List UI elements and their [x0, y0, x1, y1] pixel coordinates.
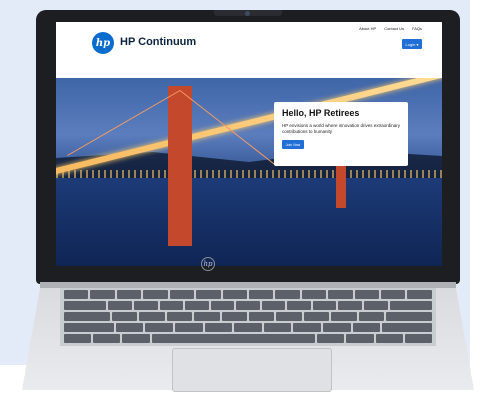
key — [287, 301, 311, 310]
key — [248, 290, 274, 299]
key — [275, 290, 300, 299]
key — [64, 323, 114, 332]
key — [64, 334, 92, 343]
camera-bar — [214, 10, 282, 16]
hero-text: HP envisions a world where innovation dr… — [282, 123, 400, 134]
laptop-screen: hp HP Continuum About HP Contact Us FAQs… — [56, 22, 442, 266]
key — [108, 301, 132, 310]
key-row — [64, 334, 433, 343]
bay-water-image — [56, 178, 442, 266]
key — [166, 312, 193, 321]
key — [194, 312, 220, 321]
key — [145, 323, 173, 332]
key — [204, 323, 233, 332]
key — [111, 312, 138, 321]
key — [301, 290, 327, 299]
key — [143, 290, 168, 299]
laptop-lid: hp HP Continuum About HP Contact Us FAQs… — [36, 10, 460, 284]
site-header: hp HP Continuum About HP Contact Us FAQs… — [56, 22, 442, 78]
key — [404, 334, 433, 343]
hero-banner: Hello, HP Retirees HP envisions a world … — [56, 78, 442, 266]
key — [210, 301, 235, 310]
key — [159, 301, 184, 310]
key — [133, 301, 158, 310]
key — [358, 312, 385, 321]
login-button[interactable]: Login ▾ — [402, 39, 422, 49]
key — [263, 323, 292, 332]
webcam-icon — [245, 11, 250, 16]
hero-card: Hello, HP Retirees HP envisions a world … — [274, 102, 408, 166]
touchpad — [172, 348, 332, 392]
key — [323, 323, 351, 332]
nav-faqs[interactable]: FAQs — [412, 26, 422, 31]
key — [234, 323, 262, 332]
city-lights-image — [56, 170, 442, 178]
key — [236, 301, 260, 310]
key — [122, 334, 150, 343]
hp-bezel-logo-icon: hp — [201, 257, 215, 271]
key — [364, 301, 388, 310]
key — [116, 290, 142, 299]
key-row — [64, 312, 432, 321]
key — [293, 323, 322, 332]
bridge-tower-image — [168, 86, 192, 246]
key — [312, 301, 337, 310]
nav-contact[interactable]: Contact Us — [384, 26, 404, 31]
key — [64, 301, 107, 310]
join-now-button[interactable]: Join Now — [282, 140, 304, 150]
key — [115, 323, 144, 332]
key-row — [64, 323, 433, 332]
key — [222, 290, 247, 299]
brand-title[interactable]: HP Continuum — [120, 36, 196, 48]
key — [407, 290, 432, 299]
key — [185, 301, 209, 310]
keyboard — [60, 288, 436, 346]
key-row — [64, 290, 432, 299]
key — [248, 312, 275, 321]
key — [328, 290, 353, 299]
key — [352, 323, 381, 332]
key — [338, 301, 363, 310]
hero-title: Hello, HP Retirees — [282, 108, 360, 118]
key — [93, 334, 121, 343]
key — [381, 290, 406, 299]
key — [196, 290, 221, 299]
nav-about[interactable]: About HP — [359, 26, 376, 31]
key-row — [64, 301, 432, 310]
bridge-cable — [179, 90, 275, 165]
key — [386, 312, 432, 321]
space-key — [151, 334, 316, 343]
key — [174, 323, 203, 332]
key — [90, 290, 115, 299]
key — [64, 290, 89, 299]
key — [221, 312, 247, 321]
key — [389, 301, 432, 310]
key — [382, 323, 433, 332]
key — [346, 334, 374, 343]
top-nav: About HP Contact Us FAQs — [359, 26, 422, 31]
key — [169, 290, 195, 299]
key — [276, 312, 302, 321]
key — [261, 301, 286, 310]
key — [375, 334, 403, 343]
key — [303, 312, 330, 321]
key — [64, 312, 110, 321]
key — [331, 312, 357, 321]
key — [354, 290, 380, 299]
key — [139, 312, 165, 321]
hp-logo-icon[interactable]: hp — [92, 32, 114, 54]
key — [317, 334, 345, 343]
